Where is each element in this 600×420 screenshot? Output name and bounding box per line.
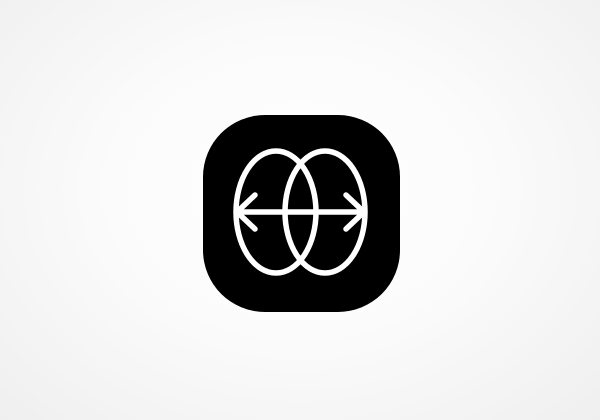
page-background xyxy=(0,0,600,420)
app-icon[interactable] xyxy=(203,115,400,312)
reface-logo-icon xyxy=(233,148,368,276)
